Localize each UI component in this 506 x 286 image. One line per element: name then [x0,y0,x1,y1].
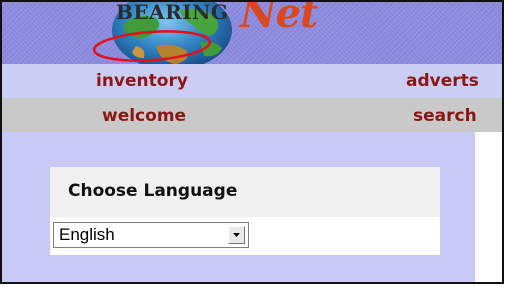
nav-link-inventory[interactable]: inventory [96,71,188,91]
language-select-value: English [59,225,115,244]
nav-row-primary: inventory adverts [2,64,502,98]
language-panel-header: Choose Language [50,167,440,217]
logo-text-net: Net [240,0,318,37]
chevron-down-icon [233,233,240,237]
language-select[interactable]: English [53,222,249,248]
nav-row-secondary: welcome search [2,98,502,132]
site-logo[interactable]: BEARING Net [52,0,318,66]
nav-link-search[interactable]: search [413,106,477,126]
nav-link-adverts[interactable]: adverts [406,71,479,91]
logo-text-bearing: BEARING [116,0,229,24]
dropdown-arrow-button[interactable] [228,226,245,244]
nav-link-welcome[interactable]: welcome [102,106,186,126]
main-content-area [475,132,502,282]
screenshot-frame: BEARING Net inventory adverts welcome se… [0,0,504,284]
language-panel: Choose Language English [50,167,440,255]
language-panel-title: Choose Language [68,181,238,201]
site-header: BEARING Net [2,0,502,66]
